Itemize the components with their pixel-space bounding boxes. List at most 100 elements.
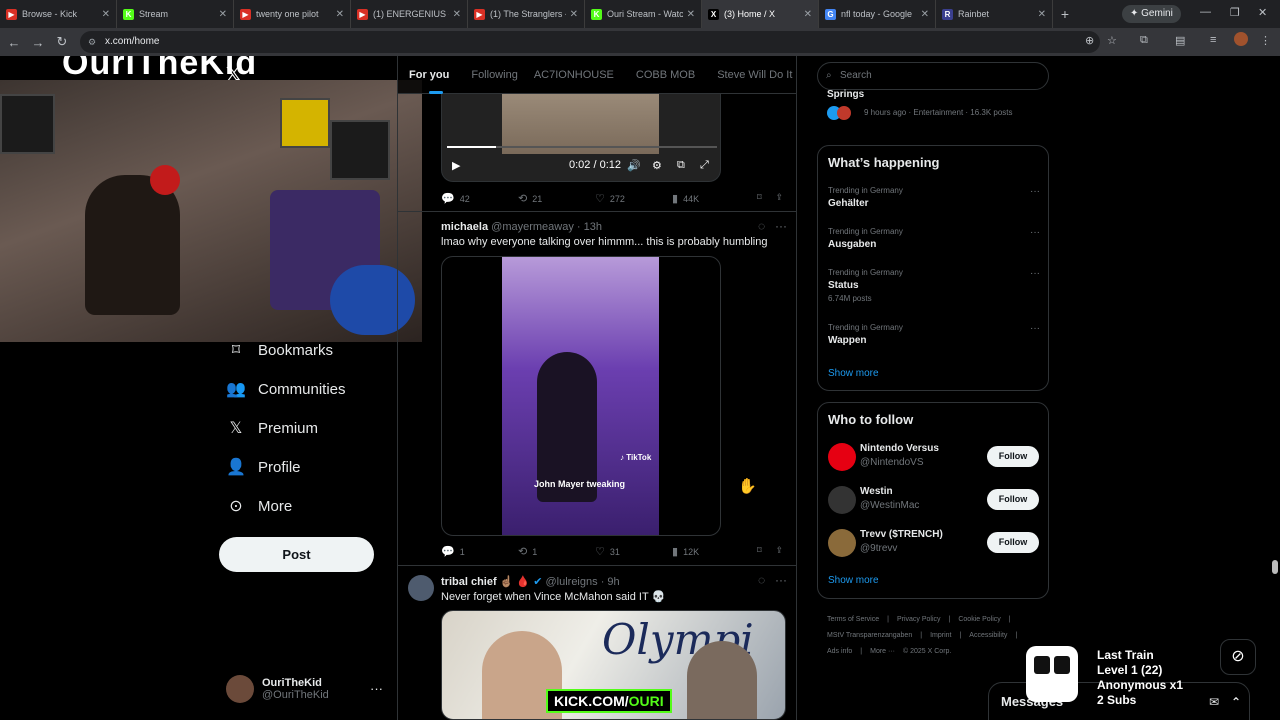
repost-button[interactable]: ⟲ 1	[518, 545, 595, 558]
site-info-icon[interactable]: ⚙	[88, 31, 96, 53]
post-button[interactable]: Post	[219, 537, 374, 572]
video-player[interactable]: ▶ 0:02 / 0:12 🔊 ⚙ ⧉ ⤢	[441, 94, 721, 182]
install-app-icon[interactable]: ⊕	[1085, 34, 1094, 47]
new-message-icon[interactable]: ✉	[1209, 683, 1219, 720]
show-more-link[interactable]: Show more	[828, 575, 879, 586]
close-tab-icon[interactable]: ✕	[219, 9, 227, 20]
account-more-icon[interactable]: ···	[370, 681, 383, 696]
tweet-time[interactable]: · 9h	[601, 576, 620, 588]
grok-icon[interactable]: ◌	[758, 219, 765, 233]
tweet-author-name[interactable]: michaela	[441, 221, 488, 233]
tweet-time[interactable]: · 13h	[577, 221, 602, 233]
close-window-icon[interactable]: ✕	[1258, 6, 1267, 19]
browser-tab[interactable]: K Ouri Stream - Watc ✕	[585, 0, 702, 28]
like-button[interactable]: ♡ 31	[595, 545, 672, 558]
browser-tab[interactable]: K Stream ✕	[117, 0, 234, 28]
play-icon[interactable]: ▶	[452, 159, 460, 172]
close-tab-icon[interactable]: ✕	[804, 9, 812, 20]
tweet-author-name[interactable]: tribal chief ☝🏽 🩸	[441, 576, 530, 588]
follow-suggestion[interactable]: Trevv ($TRENCH) @9trevv Follow	[828, 529, 1040, 559]
repost-button[interactable]: ⟲ 21	[518, 192, 595, 205]
restore-icon[interactable]: ❐	[1230, 6, 1240, 19]
close-tab-icon[interactable]: ✕	[336, 9, 344, 20]
tab-steve-will-do-it[interactable]: Steve Will Do It Loyal	[717, 56, 796, 94]
fullscreen-icon[interactable]: ⤢	[700, 159, 709, 172]
search-input[interactable]: ⌕ Search	[817, 62, 1049, 90]
nav-more[interactable]: ⊙ More	[226, 496, 292, 516]
avatar[interactable]	[408, 575, 434, 601]
close-tab-icon[interactable]: ✕	[687, 9, 695, 20]
settings-icon[interactable]: ⚙	[652, 159, 662, 172]
show-more-link[interactable]: Show more	[828, 368, 879, 379]
views-button[interactable]: ▮ 44K	[672, 192, 749, 205]
follow-button[interactable]: Follow	[987, 489, 1039, 510]
extensions-icon[interactable]: ⧉	[1140, 34, 1148, 47]
reply-button[interactable]: 💬 42	[441, 192, 518, 205]
address-input[interactable]: ⚙ x.com/home	[80, 31, 1100, 53]
like-button[interactable]: ♡ 272	[595, 192, 672, 205]
close-tab-icon[interactable]: ✕	[102, 9, 110, 20]
video-progress-bar[interactable]	[447, 146, 717, 148]
trend-item[interactable]: Trending in Germany Ausgaben ···	[828, 227, 1040, 250]
bookmark-icon[interactable]: ⌑	[757, 192, 762, 205]
picture-in-picture-icon[interactable]: ⧉	[677, 159, 685, 172]
browser-tab[interactable]: ▶ (1) The Stranglers - ✕	[468, 0, 585, 28]
tab-following[interactable]: Following	[471, 56, 517, 94]
video-player[interactable]: ♪ TikTok John Mayer tweaking	[441, 256, 721, 536]
follow-suggestion[interactable]: Westin @WestinMac Follow	[828, 486, 1040, 516]
trend-more-icon[interactable]: ···	[1030, 227, 1040, 238]
nav-bookmarks[interactable]: ⌑ Bookmarks	[226, 340, 333, 360]
trend-more-icon[interactable]: ···	[1030, 186, 1040, 197]
browser-tab[interactable]: X (3) Home / X ✕	[702, 0, 819, 28]
reload-icon[interactable]: ↻	[50, 34, 74, 50]
minimize-icon[interactable]: —	[1200, 6, 1211, 18]
trend-title[interactable]: Springs	[827, 89, 864, 100]
profile-avatar[interactable]	[1234, 32, 1248, 46]
browser-tab[interactable]: R Rainbet ✕	[936, 0, 1053, 28]
chrome-menu-icon[interactable]: ⋮	[1260, 34, 1271, 47]
gemini-button[interactable]: ✦ Gemini	[1122, 5, 1181, 23]
new-tab-icon[interactable]: +	[1053, 0, 1077, 28]
grok-icon[interactable]: ◌	[758, 573, 765, 587]
forward-icon[interactable]: →	[26, 35, 50, 50]
trend-item[interactable]: Trending in Germany Gehälter ···	[828, 186, 1040, 209]
scrollbar-thumb[interactable]	[1272, 560, 1278, 574]
follow-button[interactable]: Follow	[987, 532, 1039, 553]
tab-cobb-mob[interactable]: COBB MOB	[636, 56, 695, 94]
share-icon[interactable]: ⇪	[776, 192, 784, 205]
trend-item[interactable]: Trending in Germany Wappen ···	[828, 323, 1040, 346]
follow-button[interactable]: Follow	[987, 446, 1039, 467]
tab-for-you[interactable]: For you	[409, 56, 449, 94]
volume-icon[interactable]: 🔊	[627, 159, 641, 172]
tweet-more-icon[interactable]: ···	[775, 573, 787, 587]
close-tab-icon[interactable]: ✕	[570, 9, 578, 20]
close-tab-icon[interactable]: ✕	[453, 9, 461, 20]
browser-tab[interactable]: ▶ (1) ENERGENIUS - C ✕	[351, 0, 468, 28]
browser-tab[interactable]: ▶ Browse - Kick ✕	[0, 0, 117, 28]
nav-profile[interactable]: 👤 Profile	[226, 457, 301, 477]
browser-tab[interactable]: Gnfl today - Google ✕	[819, 0, 936, 28]
grok-icon[interactable]: ⊘	[1220, 639, 1256, 675]
reply-button[interactable]: 💬 1	[441, 545, 518, 558]
browser-tab[interactable]: ▶ twenty one pilot ✕	[234, 0, 351, 28]
trend-item[interactable]: Trending in Germany Status 6.74M posts ·…	[828, 268, 1040, 303]
follow-suggestion[interactable]: Nintendo Versus @NintendoVS Follow	[828, 443, 1040, 473]
share-icon[interactable]: ⇪	[776, 545, 784, 558]
sidepanel-icon[interactable]: ▤	[1175, 34, 1185, 47]
trend-more-icon[interactable]: ···	[1030, 268, 1040, 279]
nav-premium[interactable]: 𝕏 Premium	[226, 418, 318, 438]
nav-communities[interactable]: 👥 Communities	[226, 379, 346, 399]
back-icon[interactable]: ←	[2, 35, 26, 50]
views-button[interactable]: ▮ 12K	[672, 545, 749, 558]
trend-more-icon[interactable]: ···	[1030, 323, 1040, 334]
page-scrollbar[interactable]	[1270, 56, 1280, 720]
account-switcher[interactable]: OuriTheKid @OuriTheKid	[226, 675, 329, 703]
tweet-more-icon[interactable]: ···	[775, 219, 787, 233]
bookmark-star-icon[interactable]: ☆	[1107, 34, 1117, 47]
bookmark-icon[interactable]: ⌑	[757, 545, 762, 558]
tab-ac7ionhouse[interactable]: AC7IONHOUSE	[534, 56, 614, 94]
close-tab-icon[interactable]: ✕	[1038, 9, 1046, 20]
expand-icon[interactable]: ⌃	[1231, 683, 1241, 720]
close-tab-icon[interactable]: ✕	[921, 9, 929, 20]
tweet-author-handle[interactable]: @mayermeaway	[491, 221, 574, 233]
